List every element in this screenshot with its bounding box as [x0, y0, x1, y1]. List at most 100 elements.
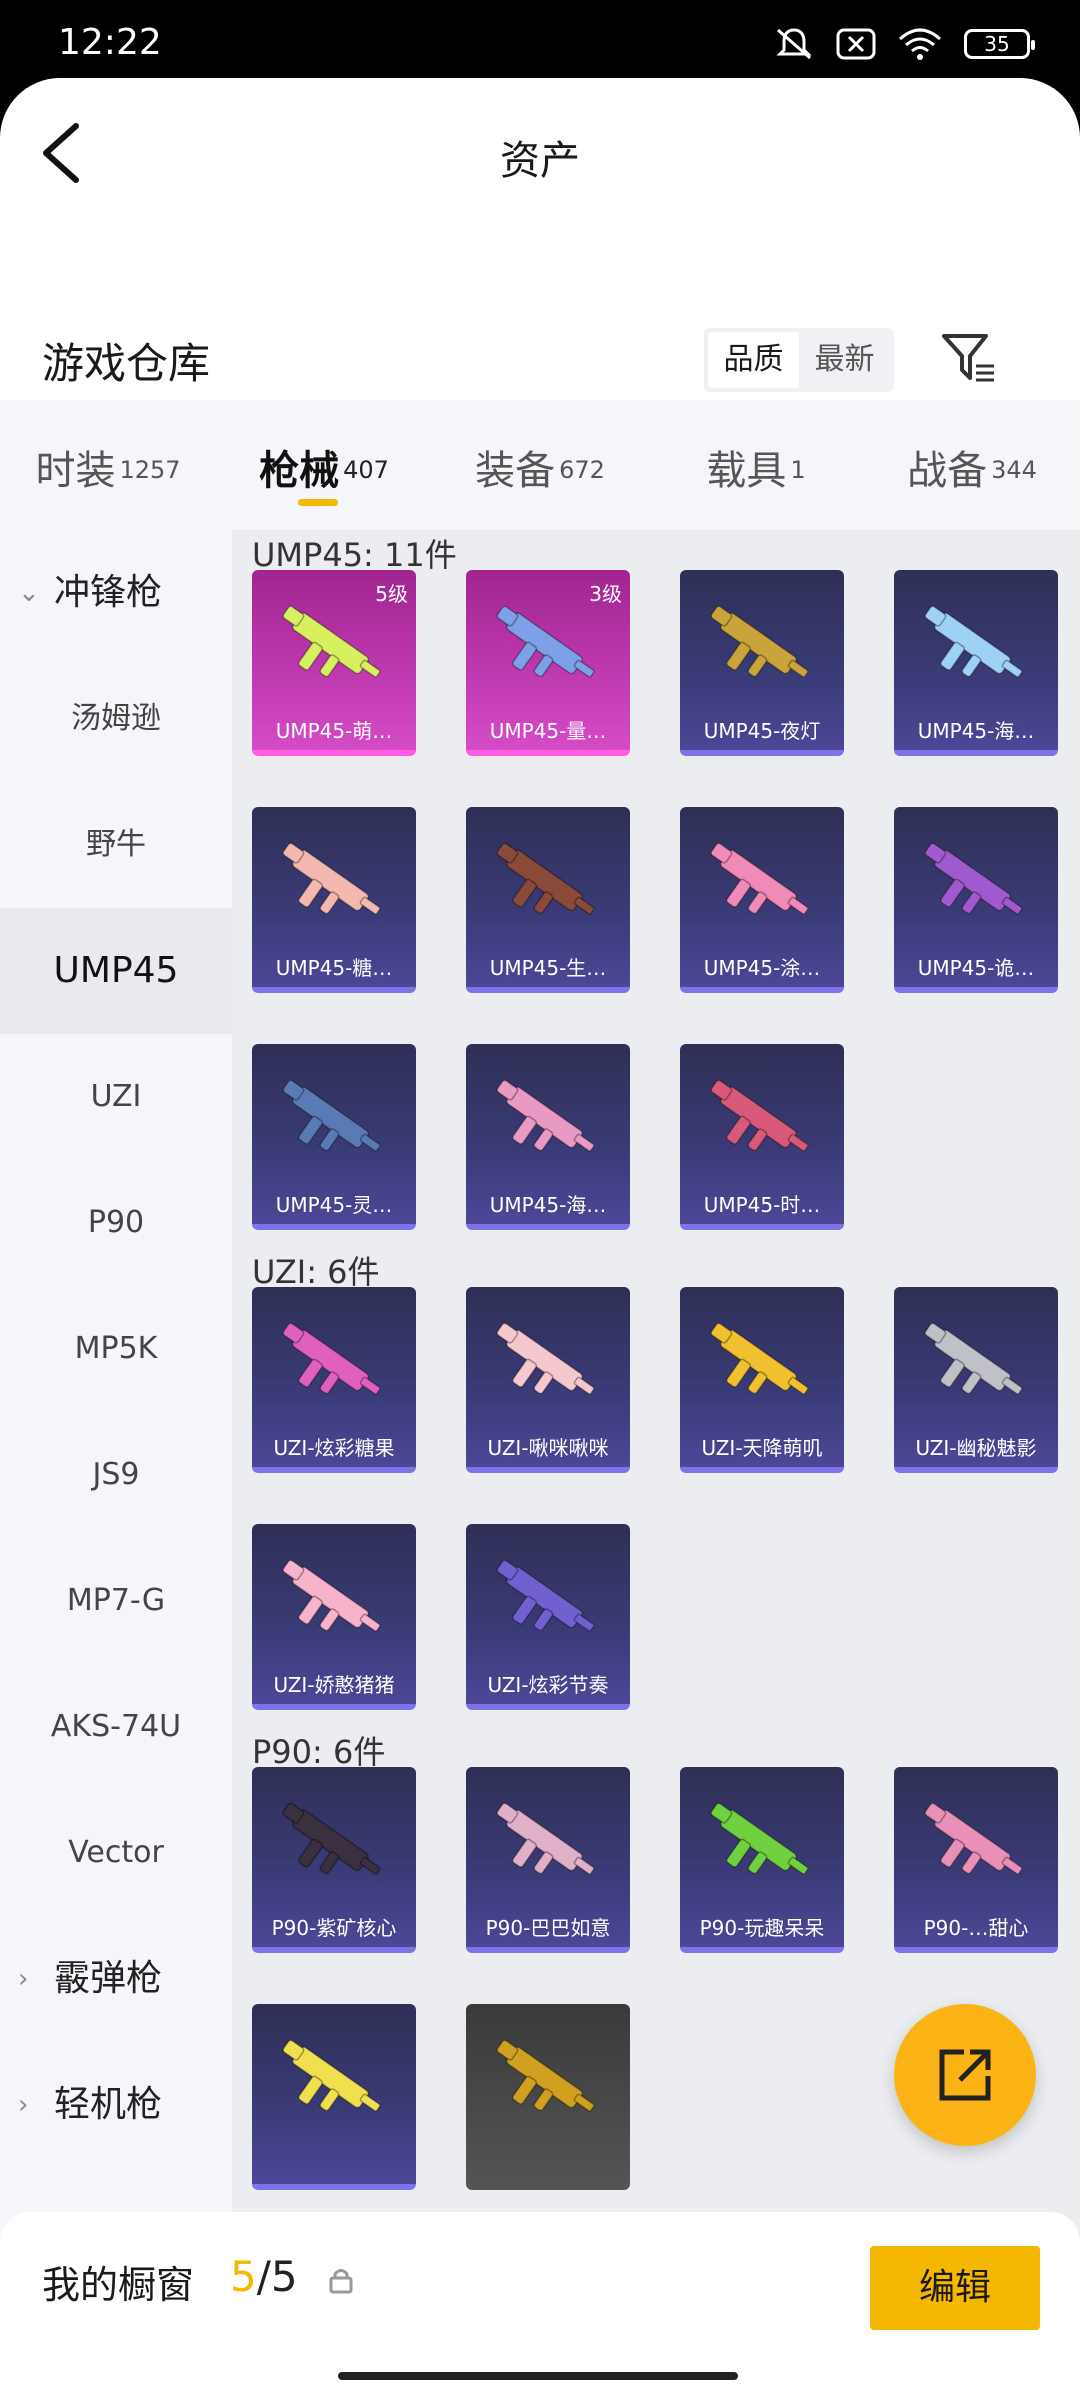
sidebar-item[interactable]: Vector — [0, 1790, 232, 1916]
weapon-icon — [710, 605, 809, 678]
tab-label: 载具 — [706, 448, 787, 494]
skin-name: UMP45-诡… — [917, 956, 1035, 980]
skin-card[interactable]: UZI-幽秘魅影 — [894, 1287, 1058, 1473]
weapon-icon — [924, 1322, 1023, 1395]
tab-4[interactable]: 战备 344 — [864, 400, 1080, 530]
sidebar-item-label: P90 — [87, 1205, 145, 1240]
skin-name: UMP45-生… — [489, 956, 607, 980]
skin-card[interactable]: P90-紫矿核心 — [252, 1767, 416, 1953]
share-button[interactable] — [894, 2004, 1036, 2146]
page-title: 资产 — [500, 138, 580, 184]
chevron-down-icon: ⌄ — [18, 578, 40, 608]
sidebar-item[interactable]: UMP45 — [0, 908, 232, 1034]
sidebar-item[interactable]: UZI — [0, 1034, 232, 1160]
sidebar-item-label: Vector — [68, 1835, 164, 1870]
sidebar-item[interactable]: 野牛 — [0, 782, 232, 908]
external-link-icon — [939, 2049, 991, 2101]
skin-name: UZI-炫彩节奏 — [487, 1673, 609, 1697]
skin-card[interactable]: 5级 UMP45-萌… — [252, 570, 416, 756]
skin-card[interactable]: UMP45-灵… — [252, 1044, 416, 1230]
skin-name: UMP45-糖… — [275, 956, 393, 980]
skin-card[interactable]: UZI-炫彩糖果 — [252, 1287, 416, 1473]
lock-icon — [329, 2269, 353, 2294]
skin-name: UMP45-时… — [703, 1193, 821, 1217]
skin-name: P90-玩趣呆呆 — [699, 1916, 825, 1940]
weapon-icon — [282, 2039, 381, 2112]
filter-icon[interactable] — [940, 330, 998, 388]
weapon-icon — [282, 1802, 381, 1875]
sort-quality-button[interactable]: 品质 — [708, 332, 799, 388]
skin-name: UZI-炫彩糖果 — [273, 1436, 395, 1460]
sidebar-item-label: JS9 — [92, 1457, 140, 1492]
weapon-icon — [710, 1322, 809, 1395]
skin-card[interactable] — [252, 2004, 416, 2190]
section-title: 游戏仓库 — [42, 339, 211, 388]
skin-name: UMP45-灵… — [275, 1193, 393, 1217]
skin-card[interactable]: P90-…甜心 — [894, 1767, 1058, 1953]
weapon-icon — [710, 1802, 809, 1875]
weapon-icon — [282, 605, 381, 678]
app-surface: 资产 游戏仓库 品质 最新 时装 1257 枪械 407 装备 672 载具 1 战备 344 ⌄… — [0, 78, 1080, 2400]
sidebar-group[interactable]: › 霰弹枪 — [0, 1916, 232, 2042]
edit-button[interactable]: 编辑 — [870, 2246, 1040, 2330]
skin-card[interactable]: UMP45-生… — [466, 807, 630, 993]
skin-card[interactable]: P90-巴巴如意 — [466, 1767, 630, 1953]
skin-name: UMP45-海… — [489, 1193, 607, 1217]
tab-label: 战备 — [907, 448, 988, 494]
tab-count: 1 — [790, 455, 806, 484]
skin-card[interactable]: UZI-娇憨猪猪 — [252, 1524, 416, 1710]
skin-card[interactable]: UMP45-海… — [894, 570, 1058, 756]
skin-card[interactable]: UMP45-时… — [680, 1044, 844, 1230]
mute-icon — [776, 28, 812, 60]
sidebar-item[interactable]: MP7-G — [0, 1538, 232, 1664]
sidebar-item[interactable]: AKS-74U — [0, 1664, 232, 1790]
skin-card[interactable]: UZI-啾咪啾咪 — [466, 1287, 630, 1473]
skin-card[interactable]: UZI-天降萌叽 — [680, 1287, 844, 1473]
tab-1[interactable]: 枪械 407 — [216, 400, 432, 530]
skin-card[interactable]: UMP45-诡… — [894, 807, 1058, 993]
weapon-icon — [924, 842, 1023, 915]
battery-indicator: 35 — [964, 29, 1035, 59]
skin-card[interactable]: 3级 UMP45-量… — [466, 570, 630, 756]
weapon-icon — [710, 1079, 809, 1152]
weapon-icon — [496, 605, 595, 678]
tab-label: 时装 — [35, 448, 116, 494]
sidebar-item-label: 霰弹枪 — [54, 1958, 163, 1999]
sidebar-item-label: 汤姆逊 — [71, 701, 161, 736]
no-sim-icon — [836, 28, 876, 60]
sidebar-group[interactable]: ⌄ 冲锋枪 — [0, 530, 232, 656]
sidebar-item-label: UMP45 — [53, 950, 179, 991]
sidebar-item[interactable]: MP5K — [0, 1286, 232, 1412]
skin-card[interactable]: P90-玩趣呆呆 — [680, 1767, 844, 1953]
showcase-bar: 我的橱窗 5/5 编辑 — [0, 2212, 1080, 2400]
skin-card[interactable]: UZI-炫彩节奏 — [466, 1524, 630, 1710]
tab-count: 407 — [343, 455, 389, 484]
skin-card[interactable]: UMP45-夜灯 — [680, 570, 844, 756]
level-badge: 5级 — [375, 582, 408, 606]
tab-2[interactable]: 装备 672 — [432, 400, 648, 530]
level-badge: 3级 — [589, 582, 622, 606]
sidebar-item-label: UZI — [90, 1079, 142, 1114]
sidebar-item-label: 轻机枪 — [54, 2084, 163, 2125]
skin-name: P90-紫矿核心 — [271, 1916, 397, 1940]
skin-card[interactable]: UMP45-海… — [466, 1044, 630, 1230]
skin-name: UMP45-海… — [917, 719, 1035, 743]
tab-3[interactable]: 载具 1 — [648, 400, 864, 530]
sidebar-item[interactable]: 汤姆逊 — [0, 656, 232, 782]
skin-card[interactable] — [466, 2004, 630, 2190]
weapon-icon — [496, 2039, 595, 2112]
skin-card[interactable]: UMP45-涂… — [680, 807, 844, 993]
sort-newest-button[interactable]: 最新 — [799, 332, 890, 388]
skin-card[interactable]: UMP45-糖… — [252, 807, 416, 993]
weapon-icon — [496, 1079, 595, 1152]
sidebar-item-label: 冲锋枪 — [54, 572, 163, 613]
sidebar-item[interactable]: P90 — [0, 1160, 232, 1286]
sidebar-item[interactable]: JS9 — [0, 1412, 232, 1538]
weapon-icon — [282, 1322, 381, 1395]
sidebar-group[interactable]: › 轻机枪 — [0, 2042, 232, 2168]
weapon-icon — [282, 842, 381, 915]
tab-0[interactable]: 时装 1257 — [0, 400, 216, 530]
status-time: 12:22 — [58, 22, 162, 63]
skin-name: UZI-幽秘魅影 — [915, 1436, 1037, 1460]
weapon-icon — [496, 1802, 595, 1875]
